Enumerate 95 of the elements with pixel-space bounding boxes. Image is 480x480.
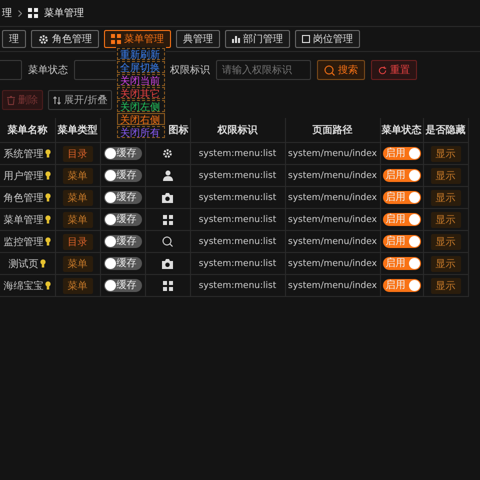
permission-field[interactable]: 请输入权限标识 <box>216 60 311 80</box>
breadcrumb-item[interactable]: 菜单管理 <box>44 6 84 20</box>
column-header: 菜单名称 <box>7 125 48 136</box>
table-cell-text: 海绵宝宝 <box>3 280 44 292</box>
lightbulb-icon <box>45 237 52 246</box>
camera-icon <box>162 192 173 202</box>
context-menu-item[interactable]: 关闭右侧 <box>117 113 165 125</box>
sort-arrows-icon <box>53 96 61 104</box>
table-cell: system:menu:list <box>198 236 276 246</box>
user-icon <box>162 170 172 181</box>
table-cell: system/menu/index <box>288 192 377 202</box>
table-cell: system:menu:list <box>198 258 276 268</box>
grid-icon <box>162 280 172 290</box>
lightbulb-icon <box>45 215 52 224</box>
table-cell: system/menu/index <box>288 214 377 224</box>
context-menu-item[interactable]: 重新刷新 <box>117 48 165 60</box>
square-icon <box>302 35 310 43</box>
table-cell: system/menu/index <box>288 258 377 268</box>
type-tag: 目录 <box>62 146 92 162</box>
search-button[interactable]: 搜索 <box>317 60 365 80</box>
lightbulb-icon <box>45 281 52 290</box>
column-header: 菜单类型 <box>58 125 98 136</box>
table-cell: system/menu/index <box>288 170 377 180</box>
breadcrumb-item[interactable]: 理 <box>2 6 12 20</box>
visibility-tag: 显示 <box>430 278 460 294</box>
chevron-right-icon <box>18 10 22 16</box>
reset-button[interactable]: 重置 <box>371 60 417 80</box>
table-cell: system:menu:list <box>198 170 276 180</box>
name-field[interactable] <box>0 60 22 80</box>
lightbulb-icon <box>45 193 52 202</box>
type-tag: 菜单 <box>62 168 92 184</box>
context-menu-item[interactable]: 关闭所有 <box>117 126 165 138</box>
table-cell: system:menu:list <box>198 214 276 224</box>
table-cell-text: 用户管理 <box>3 170 44 182</box>
cache-toggle[interactable]: 缓存 <box>104 147 142 160</box>
lightbulb-icon <box>45 171 52 180</box>
table-cell: system/menu/index <box>288 280 377 290</box>
trash-icon <box>7 96 15 104</box>
gear-icon <box>38 34 49 44</box>
table-cell-text: 系统管理 <box>3 148 44 160</box>
permission-label: 权限标识 <box>170 64 210 77</box>
cache-toggle[interactable]: 缓存 <box>104 235 142 248</box>
page-tab[interactable]: 部门管理 <box>225 30 290 48</box>
grid-icon <box>111 34 121 44</box>
table-cell-text: 角色管理 <box>3 192 44 204</box>
lightbulb-icon <box>45 149 52 158</box>
cache-toggle[interactable]: 缓存 <box>104 213 142 226</box>
visibility-tag: 显示 <box>430 212 460 228</box>
grid-icon <box>28 8 38 18</box>
type-tag: 菜单 <box>62 212 92 228</box>
column-header: 页面路径 <box>312 125 352 136</box>
column-header: 菜单状态 <box>382 125 422 136</box>
cache-toggle[interactable]: 缓存 <box>104 257 142 270</box>
page-tab[interactable]: 角色管理 <box>31 30 99 48</box>
table-cell: system/menu/index <box>288 236 377 246</box>
type-tag: 菜单 <box>62 190 92 206</box>
table-cell: system:menu:list <box>198 192 276 202</box>
page-tab[interactable]: 典管理 <box>176 30 220 48</box>
context-menu-item[interactable]: 关闭当前 <box>117 74 165 86</box>
column-header: 图标 <box>168 125 188 136</box>
table-cell-text: 测试页 <box>8 258 38 270</box>
cache-toggle[interactable]: 缓存 <box>104 279 142 292</box>
gear-icon <box>162 148 173 159</box>
grid-icon <box>162 214 172 224</box>
table-cell: system:menu:list <box>198 280 276 290</box>
column-header: 权限标识 <box>218 125 258 136</box>
bar-chart-icon <box>232 35 240 43</box>
context-menu-item[interactable]: 全屏切换 <box>117 61 165 73</box>
refresh-icon <box>378 66 387 74</box>
expand-collapse-button[interactable]: 展开/折叠 <box>48 90 112 110</box>
visibility-tag: 显示 <box>430 256 460 272</box>
table-cell-text: 菜单管理 <box>3 214 44 226</box>
visibility-tag: 显示 <box>430 190 460 206</box>
column-header: 是否隐藏 <box>426 125 466 136</box>
type-tag: 菜单 <box>62 278 92 294</box>
visibility-tag: 显示 <box>430 168 460 184</box>
search-icon <box>324 64 335 76</box>
table-cell: system/menu/index <box>288 148 377 158</box>
type-tag: 目录 <box>62 234 92 250</box>
context-menu-item[interactable]: 关闭左侧 <box>117 100 165 112</box>
cache-toggle[interactable]: 缓存 <box>104 169 142 182</box>
type-tag: 菜单 <box>62 256 92 272</box>
status-label: 菜单状态 <box>28 64 68 77</box>
cache-toggle[interactable]: 缓存 <box>104 191 142 204</box>
table-cell-text: 监控管理 <box>3 236 44 248</box>
lightbulb-icon <box>40 259 46 268</box>
camera-icon <box>162 258 173 268</box>
page-tab[interactable]: 理 <box>2 30 26 48</box>
visibility-tag: 显示 <box>430 234 460 250</box>
search-icon <box>162 236 173 247</box>
page-tab[interactable]: 岗位管理 <box>295 30 360 48</box>
table-cell: system:menu:list <box>198 148 276 158</box>
visibility-tag: 显示 <box>430 146 460 162</box>
context-menu-item[interactable]: 关闭其它 <box>117 87 165 99</box>
page-tab[interactable]: 菜单管理 <box>104 30 171 48</box>
